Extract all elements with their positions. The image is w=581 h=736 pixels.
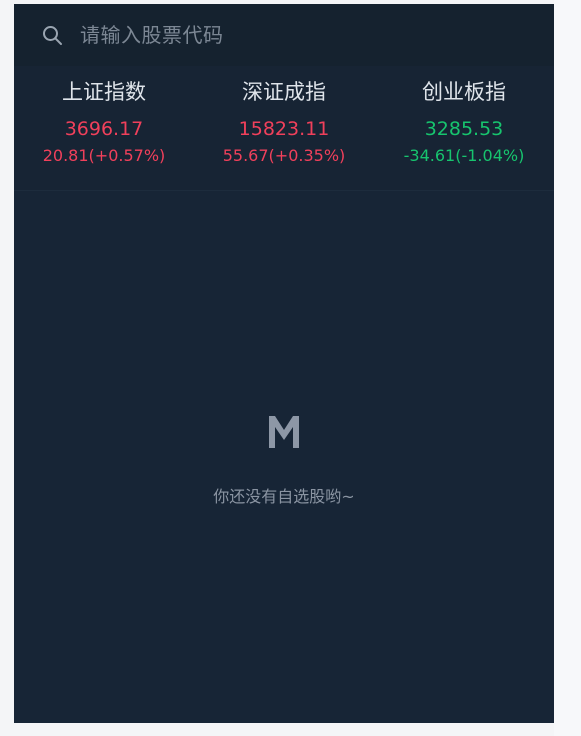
- index-value: 3696.17: [64, 118, 144, 140]
- page-background-edge: [554, 0, 581, 736]
- search-bar[interactable]: 请输入股票代码: [14, 4, 554, 66]
- index-change: -34.61(-1.04%): [403, 146, 525, 165]
- index-change: 20.81(+0.57%): [42, 146, 166, 165]
- index-change: 55.67(+0.35%): [222, 146, 346, 165]
- empty-state-message: 你还没有自选股哟~: [213, 487, 355, 506]
- empty-watchlist-state: 你还没有自选股哟~: [14, 412, 554, 506]
- watchlist-logo-icon: [269, 416, 299, 448]
- index-name: 深证成指: [242, 80, 326, 104]
- index-name: 创业板指: [422, 80, 506, 104]
- index-name: 上证指数: [62, 80, 146, 104]
- index-card-shenzhen[interactable]: 深证成指 15823.11 55.67(+0.35%): [194, 66, 374, 190]
- index-card-shanghai[interactable]: 上证指数 3696.17 20.81(+0.57%): [14, 66, 194, 190]
- index-value: 15823.11: [238, 118, 330, 140]
- search-icon: [43, 26, 62, 45]
- index-card-chinext[interactable]: 创业板指 3285.53 -34.61(-1.04%): [374, 66, 554, 190]
- stock-watchlist-panel: 请输入股票代码 上证指数 3696.17 20.81(+0.57%) 深证成指 …: [14, 4, 554, 723]
- index-value: 3285.53: [424, 118, 504, 140]
- market-index-strip: 上证指数 3696.17 20.81(+0.57%) 深证成指 15823.11…: [14, 66, 554, 191]
- search-placeholder[interactable]: 请输入股票代码: [80, 22, 224, 48]
